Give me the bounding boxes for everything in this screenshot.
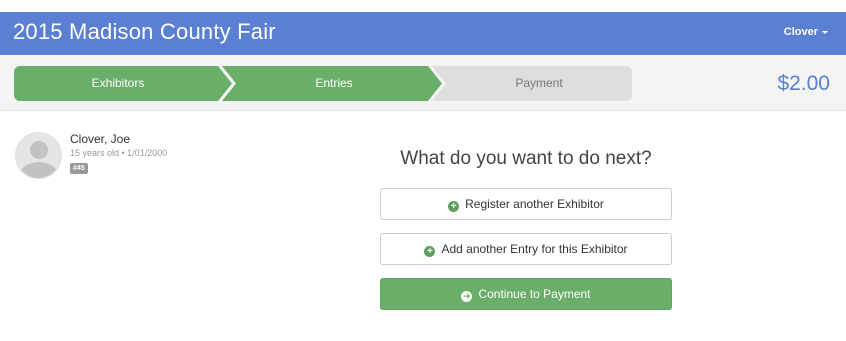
page-title: 2015 Madison County Fair: [13, 19, 276, 44]
step-label: Exhibitors: [91, 76, 145, 90]
step-payment[interactable]: Payment: [432, 66, 632, 101]
exhibitor-meta: 15 years old • 1/01/2000: [70, 148, 168, 158]
app-header: 2015 Madison County Fair Clover: [0, 12, 846, 55]
button-label: Add another Entry for this Exhibitor: [441, 242, 628, 256]
plus-circle-icon: +: [424, 246, 436, 257]
caret-down-icon: [822, 30, 828, 34]
register-exhibitor-button[interactable]: + Register another Exhibitor: [380, 188, 672, 220]
exhibitor-card: Clover, Joe 15 years old • 1/01/2000 #45: [15, 132, 275, 184]
user-menu-label: Clover: [783, 26, 818, 38]
avatar: [15, 132, 62, 179]
arrow-right-circle-icon: ➜: [461, 291, 473, 302]
step-label: Payment: [515, 76, 563, 90]
button-label: Continue to Payment: [478, 287, 591, 301]
plus-circle-icon: +: [448, 201, 460, 212]
continue-to-payment-button[interactable]: ➜ Continue to Payment: [380, 278, 672, 310]
cart-total: $2.00: [777, 72, 830, 95]
exhibitor-name: Clover, Joe: [70, 132, 131, 146]
add-entry-button[interactable]: + Add another Entry for this Exhibitor: [380, 233, 672, 265]
step-entries[interactable]: Entries: [222, 66, 442, 101]
step-exhibitors[interactable]: Exhibitors: [14, 66, 232, 101]
user-menu[interactable]: Clover: [784, 26, 828, 38]
avatar-body: [20, 162, 58, 178]
progress-bar: Exhibitors Entries Payment $2.00: [0, 55, 846, 111]
button-label: Register another Exhibitor: [465, 197, 604, 211]
step-list: Exhibitors Entries Payment: [14, 66, 632, 101]
next-step-question: What do you want to do next?: [400, 148, 652, 169]
exhibitor-number-badge: #45: [70, 163, 88, 174]
avatar-head: [30, 141, 48, 159]
step-label: Entries: [315, 76, 353, 90]
